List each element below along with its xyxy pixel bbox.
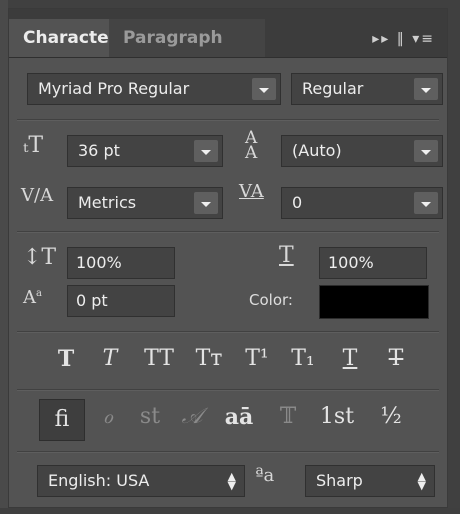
chevron-down-icon[interactable]	[414, 78, 438, 100]
stylistic-alternates-button[interactable]: aā	[217, 397, 261, 437]
font-family-dropdown[interactable]: Myriad Pro Regular	[27, 73, 281, 105]
font-size-value: 36 pt	[78, 141, 120, 160]
ordinals-button[interactable]: 1st	[313, 397, 361, 437]
panel-tab-bar: Character Paragraph ▸▸ ‖ ▾≡	[9, 9, 447, 58]
panel-menu-icons[interactable]: ▸▸ ‖ ▾≡	[372, 31, 435, 47]
color-label: Color:	[249, 291, 293, 309]
chevron-down-icon[interactable]	[414, 140, 438, 162]
divider	[17, 231, 439, 233]
leading-icon: AA	[245, 128, 258, 163]
baseline-shift-icon: Aa	[23, 287, 42, 308]
opentype-buttons: fi ℴ st 𝒜 aā 𝕋 1st ½	[9, 397, 447, 441]
horizontal-scale-field[interactable]: 100%	[319, 247, 427, 279]
superscript-button[interactable]: T¹	[239, 339, 275, 379]
anti-aliasing-icon: ªa	[255, 465, 275, 486]
leading-dropdown[interactable]: (Auto)	[281, 135, 443, 167]
tracking-dropdown[interactable]: 0	[281, 187, 443, 219]
font-style-value: Regular	[302, 79, 364, 98]
tracking-value: 0	[292, 193, 303, 212]
up-down-arrows-icon: ▲ ▼	[227, 470, 236, 492]
color-swatch[interactable]	[319, 285, 429, 319]
baseline-shift-field[interactable]: 0 pt	[67, 285, 175, 317]
vertical-scale-icon: ↕T	[23, 245, 57, 270]
horizontal-scale-icon: T	[279, 243, 294, 268]
small-caps-button[interactable]: Tт	[187, 339, 231, 379]
window-right-border	[448, 0, 460, 514]
up-down-arrows-icon: ▲ ▼	[417, 470, 426, 492]
subscript-button[interactable]: T₁	[285, 339, 321, 379]
fractions-button[interactable]: ½	[371, 397, 411, 437]
leading-value: (Auto)	[292, 141, 342, 160]
tab-paragraph[interactable]: Paragraph	[109, 19, 265, 57]
faux-bold-button[interactable]: T	[49, 339, 83, 379]
chevron-down-icon[interactable]	[252, 78, 276, 100]
divider	[17, 119, 439, 121]
discretionary-ligatures-button[interactable]: ℴ	[91, 397, 125, 437]
character-panel: Character Paragraph ▸▸ ‖ ▾≡ Myriad Pro R…	[8, 8, 448, 508]
type-style-buttons: T T TT Tт T¹ T₁ T T	[9, 339, 447, 379]
divider	[17, 331, 439, 333]
st-ligature-button[interactable]: st	[133, 397, 167, 437]
anti-aliasing-value: Sharp	[316, 471, 363, 490]
divider	[17, 451, 439, 453]
language-value: English: USA	[48, 471, 150, 490]
language-dropdown[interactable]: English: USA ▲ ▼	[37, 465, 245, 497]
font-family-value: Myriad Pro Regular	[38, 79, 190, 98]
swash-button[interactable]: 𝒜	[175, 397, 209, 437]
strikethrough-button[interactable]: T	[379, 339, 413, 379]
titling-alternates-button[interactable]: 𝕋	[271, 397, 305, 437]
divider	[17, 389, 439, 391]
vertical-scale-field[interactable]: 100%	[67, 247, 175, 279]
kerning-icon: V/A	[21, 185, 54, 206]
font-size-icon: ₜT	[23, 133, 44, 158]
anti-aliasing-dropdown[interactable]: Sharp ▲ ▼	[305, 465, 435, 497]
tracking-icon: VA	[239, 181, 264, 202]
font-style-dropdown[interactable]: Regular	[291, 73, 443, 105]
window-top-border	[0, 0, 460, 8]
kerning-value: Metrics	[78, 193, 137, 212]
kerning-dropdown[interactable]: Metrics	[67, 187, 223, 219]
faux-italic-button[interactable]: T	[93, 339, 127, 379]
window-left-border	[0, 0, 8, 514]
chevron-down-icon[interactable]	[414, 192, 438, 214]
chevron-down-icon[interactable]	[194, 140, 218, 162]
window-bottom-border	[0, 508, 460, 514]
underline-button[interactable]: T	[333, 339, 367, 379]
chevron-down-icon[interactable]	[194, 192, 218, 214]
font-size-dropdown[interactable]: 36 pt	[67, 135, 223, 167]
all-caps-button[interactable]: TT	[137, 339, 181, 379]
ligatures-button[interactable]: fi	[39, 399, 85, 441]
